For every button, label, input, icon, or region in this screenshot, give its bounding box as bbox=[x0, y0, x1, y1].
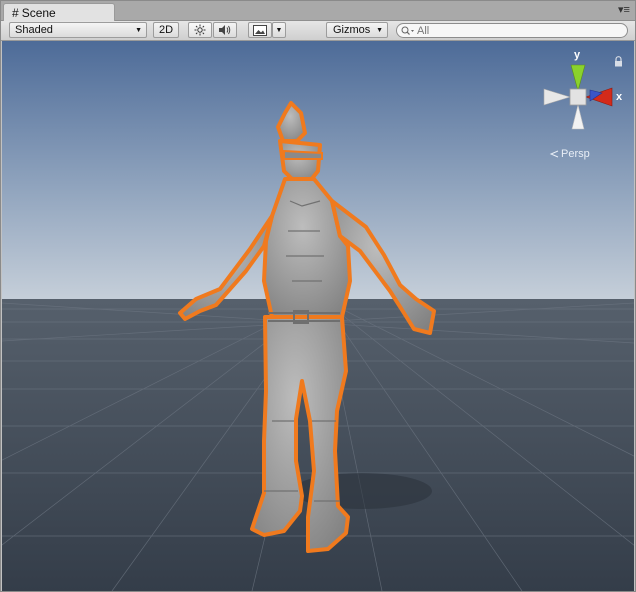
gizmo-x-label: x bbox=[616, 91, 623, 103]
lighting-toggle-button[interactable] bbox=[188, 22, 212, 38]
audio-toggle-button[interactable] bbox=[213, 22, 237, 38]
chevron-left-icon bbox=[549, 150, 559, 158]
tab-bar: # Scene ▾≡ bbox=[1, 1, 635, 21]
image-icon bbox=[253, 24, 267, 36]
gizmo-center-cube[interactable] bbox=[569, 88, 587, 106]
chevron-down-icon: ▼ bbox=[275, 26, 283, 34]
sun-icon bbox=[194, 24, 206, 36]
character-visor bbox=[283, 149, 323, 160]
draw-mode-label: Shaded bbox=[15, 24, 53, 36]
chevron-down-icon: ▼ bbox=[376, 26, 383, 34]
projection-label: Persp bbox=[561, 148, 590, 160]
tab-scene-label: Scene bbox=[21, 5, 56, 20]
lock-icon[interactable] bbox=[614, 56, 623, 67]
search-input[interactable] bbox=[417, 24, 617, 37]
speaker-icon bbox=[219, 25, 231, 35]
effects-dropdown-button[interactable]: ▼ bbox=[272, 22, 286, 38]
gizmo-y-label: y bbox=[574, 49, 581, 61]
hash-icon: # bbox=[12, 5, 19, 20]
tab-menu-icon[interactable]: ▾≡ bbox=[617, 4, 631, 16]
search-field[interactable] bbox=[396, 23, 628, 38]
projection-toggle[interactable]: Persp bbox=[549, 148, 590, 160]
effects-toggle-button[interactable] bbox=[248, 22, 272, 38]
draw-mode-dropdown[interactable]: Shaded ▼ bbox=[9, 22, 147, 38]
tab-scene[interactable]: # Scene bbox=[3, 3, 115, 21]
scene-canvas[interactable] bbox=[2, 41, 634, 591]
2d-toggle-label: 2D bbox=[158, 24, 174, 36]
scene-window: # Scene ▾≡ Shaded ▼ 2D ▼ Gizmos ▼ All y … bbox=[0, 0, 636, 592]
chevron-down-icon: ▼ bbox=[135, 26, 142, 34]
character-head bbox=[278, 139, 322, 183]
gizmos-label: Gizmos bbox=[333, 24, 371, 36]
2d-toggle-button[interactable]: 2D bbox=[153, 22, 179, 38]
gizmos-dropdown[interactable]: Gizmos ▼ bbox=[326, 22, 388, 38]
scene-toolbar: Shaded ▼ 2D ▼ Gizmos ▼ All bbox=[1, 21, 635, 41]
scene-viewport[interactable]: y x Persp bbox=[2, 41, 634, 591]
search-icon bbox=[401, 26, 414, 35]
